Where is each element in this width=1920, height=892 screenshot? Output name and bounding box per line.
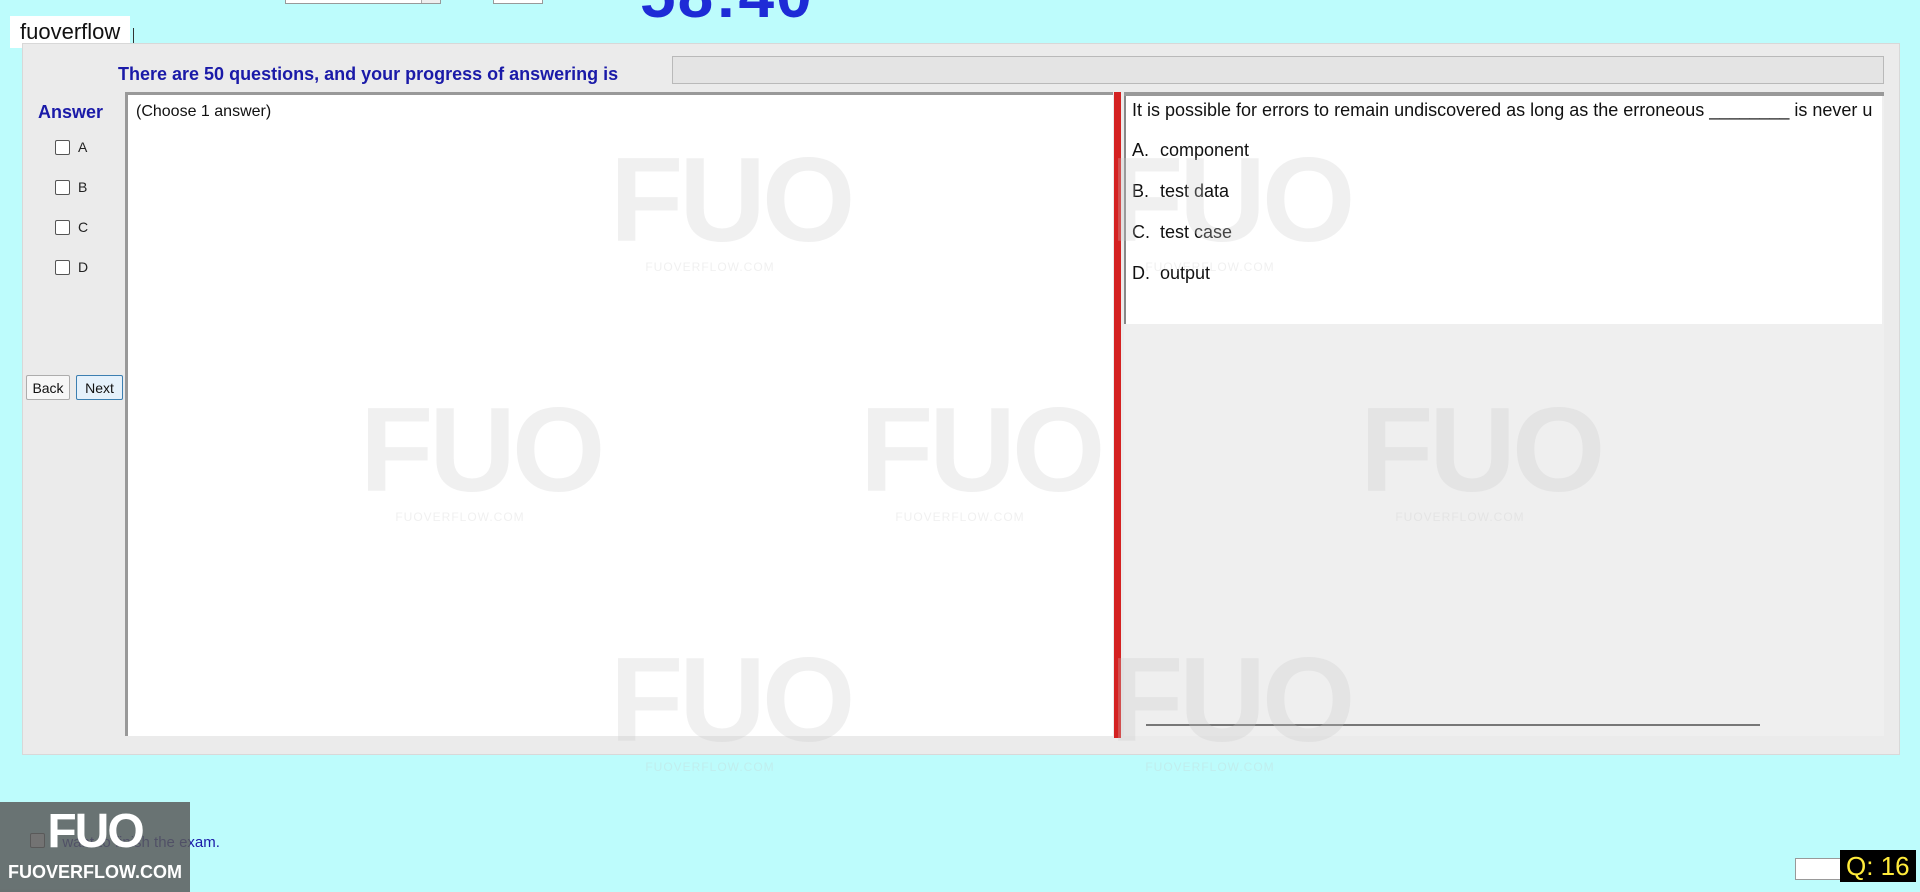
- answer-option-a[interactable]: A: [55, 139, 87, 155]
- option-letter: B.: [1132, 181, 1150, 201]
- watermark-site: FUOVERFLOW.COM: [645, 760, 775, 774]
- answer-title: Answer: [38, 102, 104, 122]
- question-option-d: D. output: [1132, 263, 1210, 284]
- option-letter: D.: [1132, 263, 1150, 283]
- progress-text: There are 50 questions, and your progres…: [118, 64, 619, 84]
- next-button[interactable]: Next: [76, 375, 123, 400]
- answer-option-label: B: [78, 179, 88, 195]
- checkbox[interactable]: [55, 179, 70, 195]
- question-option-b: B. test data: [1132, 181, 1229, 202]
- back-button[interactable]: Back: [26, 375, 70, 400]
- checkbox[interactable]: [55, 219, 70, 235]
- watermark-site: FUOVERFLOW.COM: [1145, 760, 1275, 774]
- footer-input-box[interactable]: [1795, 858, 1843, 880]
- logo-site: FUOVERFLOW.COM: [8, 862, 182, 882]
- site-logo: FUO FUOVERFLOW.COM: [0, 802, 190, 892]
- question-pane: It is possible for errors to remain undi…: [1124, 92, 1884, 736]
- choose-instruction: (Choose 1 answer): [136, 103, 272, 120]
- progress-bar: [672, 56, 1884, 84]
- answer-option-label: D: [78, 259, 89, 275]
- logo-mark: FUO: [47, 805, 144, 858]
- option-letter: A.: [1132, 140, 1150, 160]
- answer-option-label: A: [78, 139, 88, 155]
- option-text: component: [1160, 140, 1250, 160]
- answer-option-d[interactable]: D: [55, 259, 88, 275]
- option-text: output: [1160, 263, 1211, 283]
- answer-option-label: C: [78, 219, 89, 235]
- question-option-c: C. test case: [1132, 222, 1232, 243]
- answer-pane: (Choose 1 answer): [125, 92, 1113, 736]
- question-counter: Q: 16: [1840, 850, 1916, 882]
- option-text: test case: [1160, 222, 1233, 242]
- answer-option-b[interactable]: B: [55, 179, 87, 195]
- checkbox[interactable]: [55, 259, 70, 275]
- top-input-box[interactable]: [285, 0, 441, 4]
- question-option-a: A. component: [1132, 140, 1249, 161]
- question-text: It is possible for errors to remain undi…: [1132, 100, 1873, 120]
- option-text: test data: [1160, 181, 1230, 201]
- option-letter: C.: [1132, 222, 1150, 242]
- checkbox[interactable]: [55, 139, 70, 155]
- pane-divider[interactable]: [1114, 92, 1121, 738]
- top-small-box[interactable]: [493, 0, 543, 4]
- answer-option-c[interactable]: C: [55, 219, 88, 235]
- exam-timer: 58:40: [640, 0, 814, 32]
- question-area: It is possible for errors to remain undi…: [1124, 96, 1882, 324]
- horizontal-scrollbar[interactable]: [1146, 724, 1760, 726]
